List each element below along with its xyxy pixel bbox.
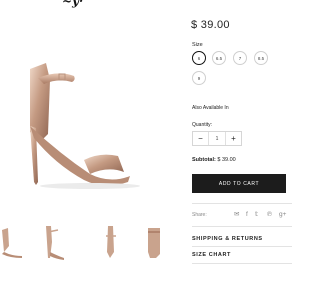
size-option-8-5[interactable]: 8.5 xyxy=(254,51,268,65)
product-main-image xyxy=(30,63,140,189)
quantity-label: Quantity: xyxy=(192,122,213,128)
google-plus-icon[interactable]: g+ xyxy=(279,211,286,218)
divider xyxy=(192,263,292,264)
thumbnail-3[interactable] xyxy=(98,222,124,262)
size-option-6[interactable]: 6 xyxy=(192,51,206,65)
also-available-label: Also Available In xyxy=(192,105,229,111)
subtotal: Subtotal: $ 39.00 xyxy=(192,157,236,163)
mail-icon[interactable]: ✉ xyxy=(234,211,239,218)
thumbnail-4[interactable] xyxy=(142,222,168,262)
facebook-icon[interactable]: f xyxy=(246,211,248,218)
size-chart-toggle[interactable]: SIZE CHART xyxy=(192,252,231,258)
shipping-returns-toggle[interactable]: SHIPPING & RETURNS xyxy=(192,236,263,242)
size-option-6-5[interactable]: 6.5 xyxy=(212,51,226,65)
divider xyxy=(192,226,292,227)
brand-logo[interactable]: ~ẙ· xyxy=(62,0,83,8)
thumbnail-2[interactable] xyxy=(42,222,68,262)
nav-fragment[interactable]: ·— xyxy=(255,0,264,3)
quantity-decrease-button[interactable]: − xyxy=(193,132,208,145)
quantity-stepper: − 1 + xyxy=(192,131,242,146)
pinterest-icon[interactable]: ℗ xyxy=(267,211,272,218)
share-label: Share: xyxy=(192,212,207,218)
divider xyxy=(192,203,292,204)
size-label: Size xyxy=(192,42,203,48)
size-option-7[interactable]: 7 xyxy=(233,51,247,65)
subtotal-label: Subtotal: xyxy=(192,157,216,163)
quantity-input[interactable]: 1 xyxy=(208,132,226,145)
thumbnail-1[interactable] xyxy=(0,222,26,262)
quantity-increase-button[interactable]: + xyxy=(226,132,241,145)
add-to-cart-button[interactable]: ADD TO CART xyxy=(192,174,286,193)
size-option-9[interactable]: 9 xyxy=(192,71,206,85)
product-price: $ 39.00 xyxy=(191,19,230,31)
nav-fragment[interactable]: ·—· xyxy=(150,0,162,3)
thumbnail-strip xyxy=(0,222,178,262)
twitter-icon[interactable]: 𝕥 xyxy=(255,211,258,218)
subtotal-value: $ 39.00 xyxy=(217,157,236,163)
divider xyxy=(192,246,292,247)
top-bar: ~ẙ· ·—· ·— xyxy=(0,0,300,10)
